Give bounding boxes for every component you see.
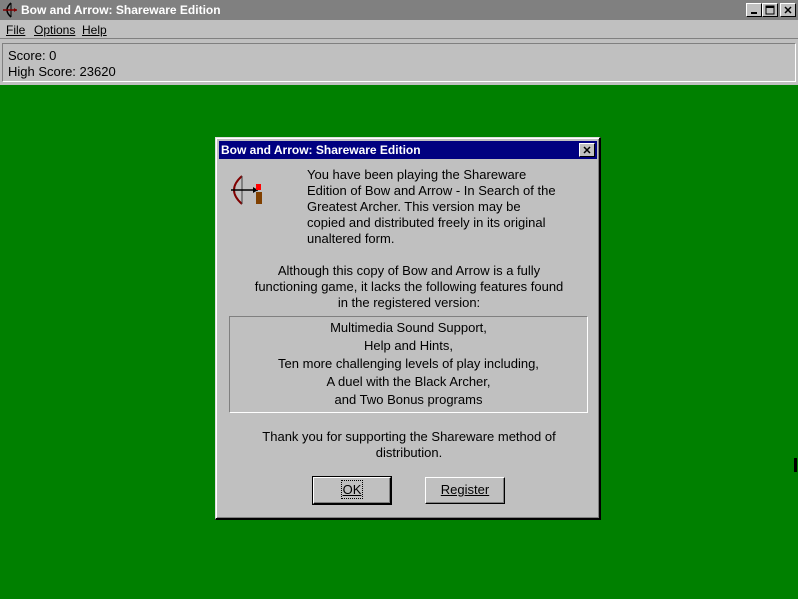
thank-you-text: Thank you for supporting the Shareware m… [262,429,556,460]
menu-bar: File Options Help [0,20,798,39]
close-icon [784,6,792,14]
menu-file[interactable]: File [6,23,25,37]
dialog-title: Bow and Arrow: Shareware Edition [221,143,421,157]
maximize-button[interactable] [762,3,778,17]
missing-features-text: Although this copy of Bow and Arrow is a… [254,263,564,310]
minimize-button[interactable] [746,3,762,17]
features-list: Multimedia Sound Support, Help and Hints… [229,316,588,413]
dialog-title-bar[interactable]: Bow and Arrow: Shareware Edition [219,141,597,159]
minimize-icon [751,12,757,14]
bow-and-arrow-icon [228,172,268,208]
close-button[interactable] [780,3,796,17]
ok-button[interactable]: OK [312,476,392,505]
register-button-label: Register [440,482,490,497]
bow-and-arrow-app-icon[interactable] [2,2,18,18]
menu-help[interactable]: Help [82,23,107,37]
shareware-dialog: Bow and Arrow: Shareware Edition You hav… [215,137,601,520]
score-text: Score: 0 [8,48,57,63]
maximize-icon [765,5,775,15]
feature-item: Ten more challenging levels of play incl… [278,356,539,371]
feature-item: and Two Bonus programs [334,392,483,407]
score-panel: Score: 0 High Score: 23620 [2,43,796,82]
text-cursor-icon [794,458,797,472]
feature-item: Help and Hints, [364,338,453,353]
high-score-text: High Score: 23620 [8,64,116,79]
window-title: Bow and Arrow: Shareware Edition [21,3,221,17]
close-icon [583,146,591,154]
ok-button-label: OK [340,480,364,499]
register-button[interactable]: Register [425,477,505,504]
main-title-bar[interactable]: Bow and Arrow: Shareware Edition [0,0,798,20]
feature-item: A duel with the Black Archer, [326,374,491,389]
menu-options[interactable]: Options [34,23,75,37]
feature-item: Multimedia Sound Support, [330,320,487,335]
dialog-close-button[interactable] [579,143,595,157]
shareware-notice-text: You have been playing the Shareware Edit… [307,167,556,246]
